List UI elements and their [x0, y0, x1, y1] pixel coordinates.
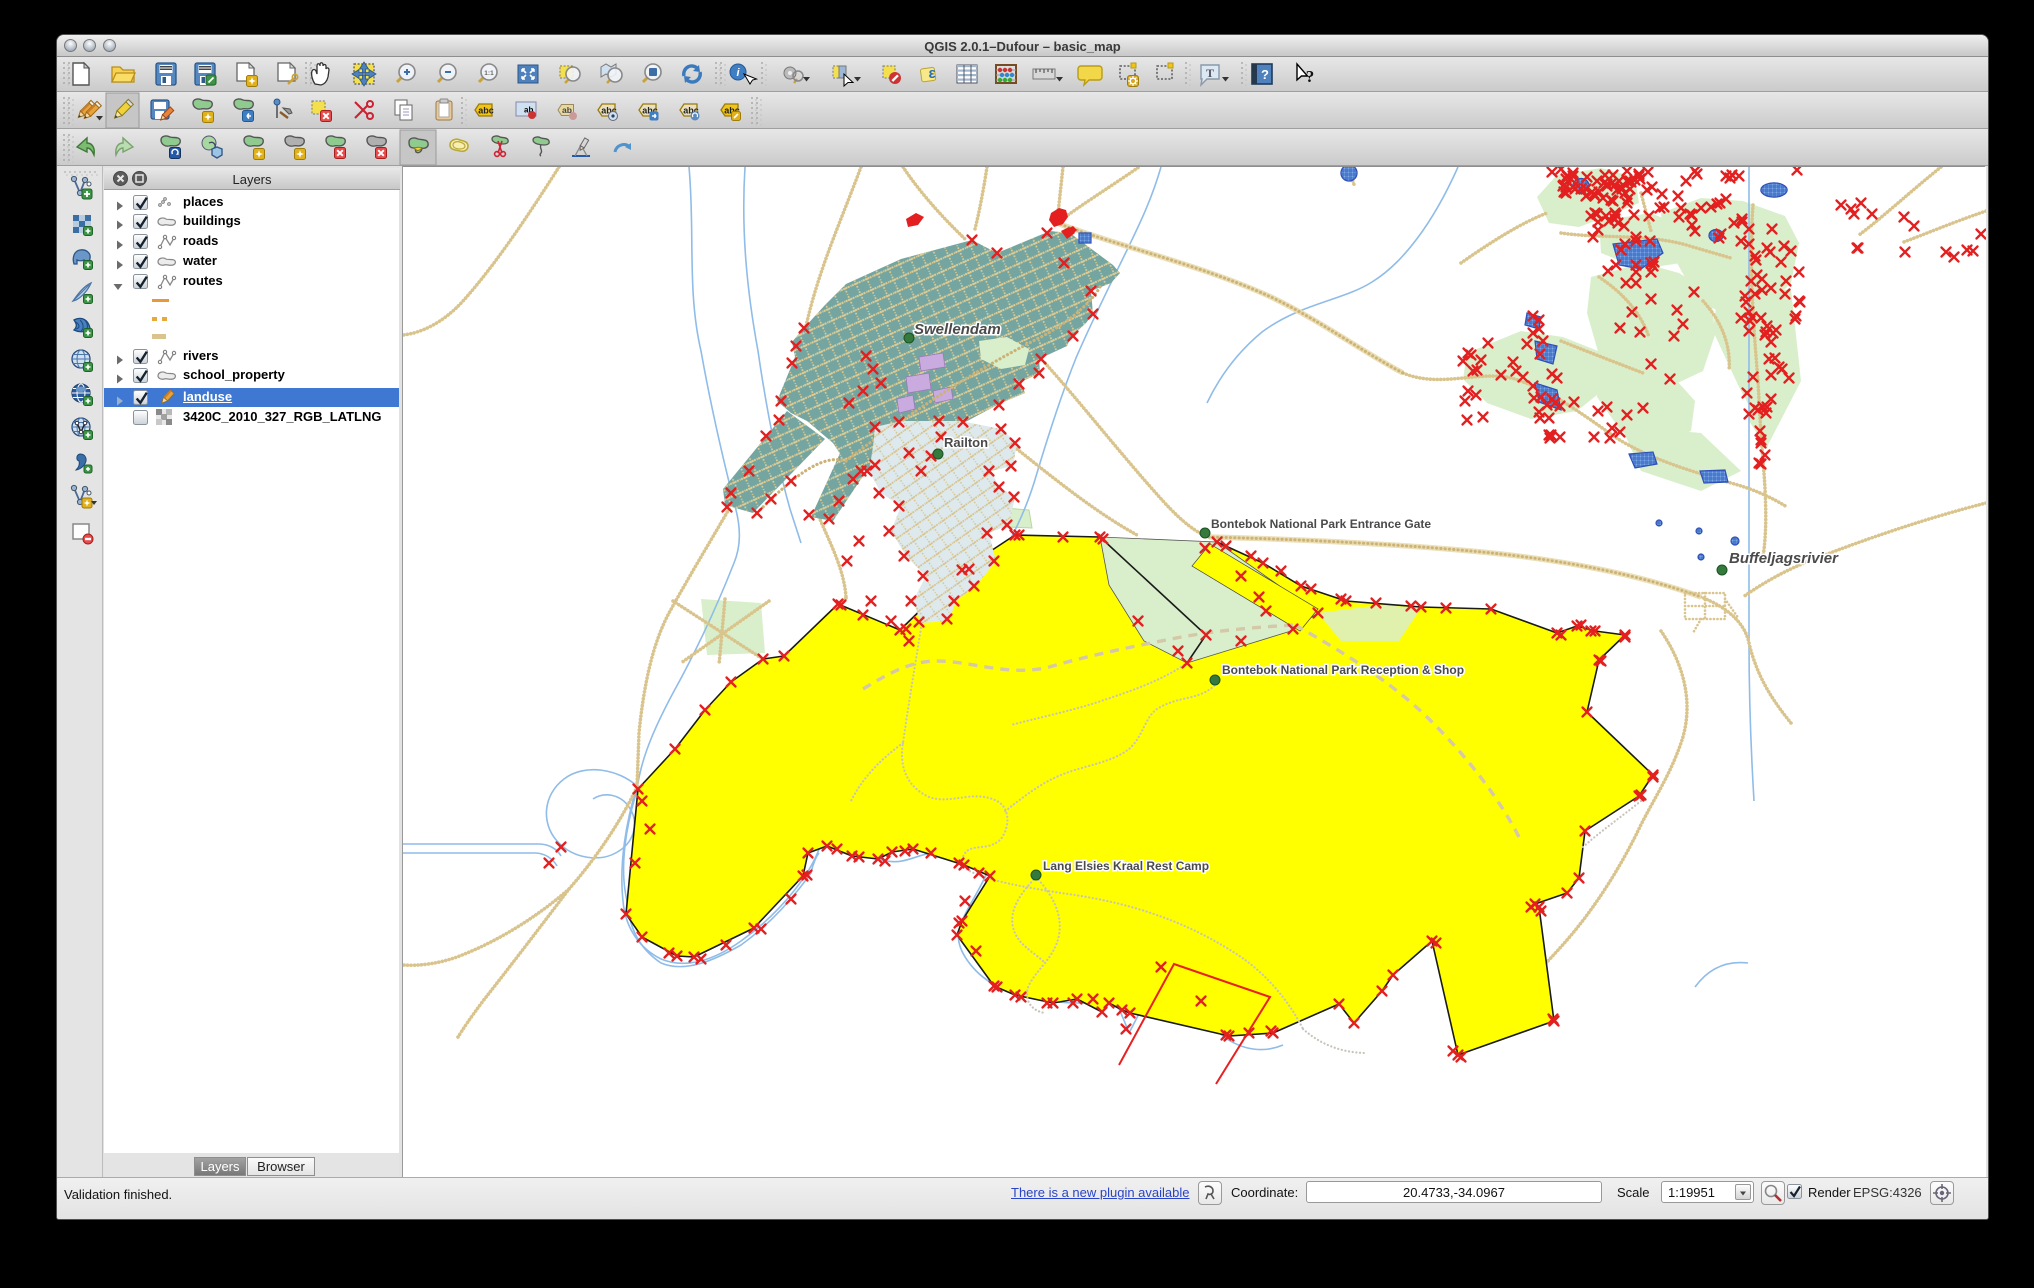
svg-text:Buffeljagsrivier: Buffeljagsrivier	[1729, 550, 1839, 567]
svg-text:Lang Elsies Kraal Rest Camp: Lang Elsies Kraal Rest Camp	[1043, 859, 1209, 873]
svg-text:Swellendam: Swellendam	[914, 321, 1001, 338]
svg-text:1:1: 1:1	[484, 70, 494, 77]
svg-text:abc: abc	[478, 106, 494, 116]
svg-text:Railton: Railton	[944, 435, 988, 450]
svg-text:T: T	[1206, 66, 1214, 80]
svg-text:Bontebok National Park Recepti: Bontebok National Park Reception & Shop	[1222, 663, 1464, 677]
svg-text:?: ?	[1306, 67, 1315, 86]
svg-text:?: ?	[1261, 67, 1269, 82]
svg-text:Bontebok National Park Entranc: Bontebok National Park Entrance Gate	[1211, 517, 1431, 531]
svg-text:ε: ε	[928, 65, 935, 82]
